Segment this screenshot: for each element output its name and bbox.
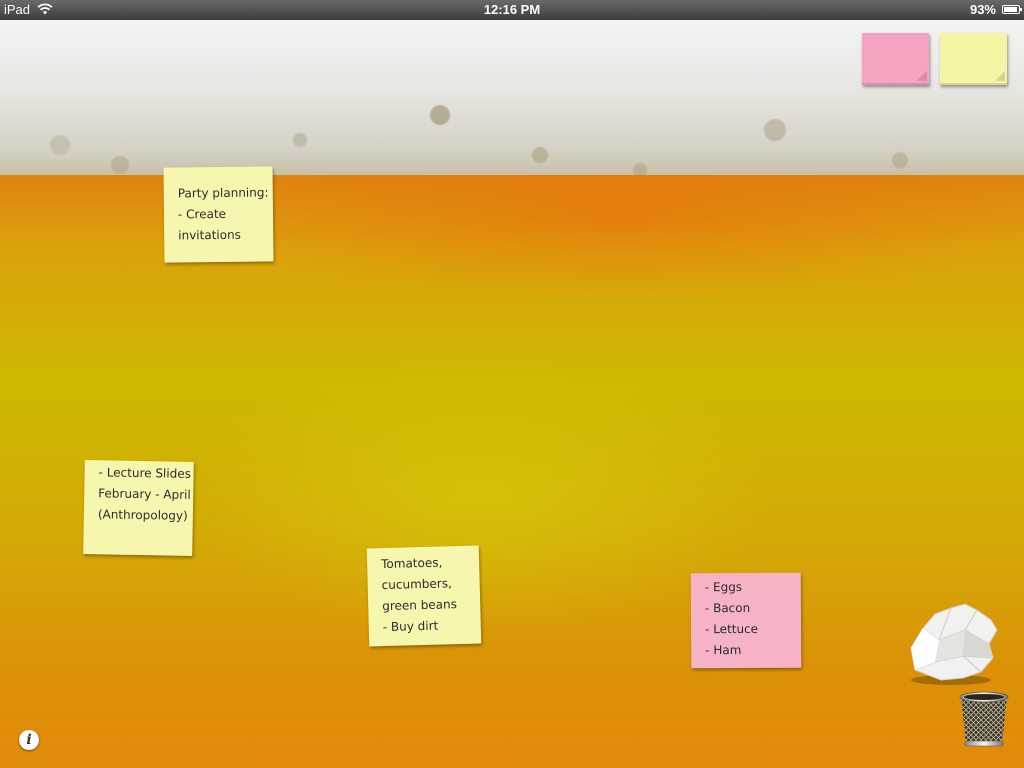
note-line: green beans	[382, 597, 458, 614]
page-curl	[995, 71, 1005, 81]
page-curl	[917, 71, 927, 81]
new-pink-note-pad[interactable]	[862, 33, 929, 85]
note-line: - Create	[177, 206, 227, 222]
screen: iPad 12:16 PM 93% Party planning: - Crea…	[0, 0, 1024, 768]
sticky-note-party-planning[interactable]: Party planning: - Create invitations	[163, 166, 274, 263]
status-bar: iPad 12:16 PM 93%	[0, 0, 1024, 20]
crumpled-paper-icon[interactable]	[905, 600, 1000, 688]
note-line: - Buy dirt	[382, 618, 439, 635]
note-line: February - April	[98, 486, 191, 502]
note-line: cucumbers,	[381, 576, 452, 593]
note-line: (Anthropology)	[97, 507, 188, 523]
note-line: - Lecture Slides	[98, 465, 192, 481]
note-line: - Ham	[705, 643, 742, 658]
battery-icon	[1002, 5, 1022, 14]
battery-percent: 93%	[969, 2, 996, 17]
trash-icon[interactable]	[956, 690, 1012, 748]
note-line: Tomatoes,	[380, 555, 443, 572]
new-yellow-note-pad[interactable]	[940, 33, 1007, 85]
status-time: 12:16 PM	[483, 2, 541, 17]
note-line: - Lettuce	[705, 621, 759, 637]
sticky-note-lecture-slides[interactable]: - Lecture Slides February - April (Anthr…	[83, 460, 194, 556]
sticky-note-garden[interactable]: Tomatoes, cucumbers, green beans - Buy d…	[366, 545, 482, 647]
info-icon: i	[26, 732, 32, 748]
note-line: - Eggs	[704, 580, 743, 595]
sticky-note-grocery[interactable]: - Eggs - Bacon - Lettuce - Ham	[690, 572, 802, 669]
info-button[interactable]: i	[19, 730, 39, 750]
note-line: - Bacon	[704, 600, 751, 616]
note-line: invitations	[178, 227, 241, 243]
battery-fill	[1004, 7, 1018, 12]
note-line: Party planning:	[177, 185, 269, 201]
